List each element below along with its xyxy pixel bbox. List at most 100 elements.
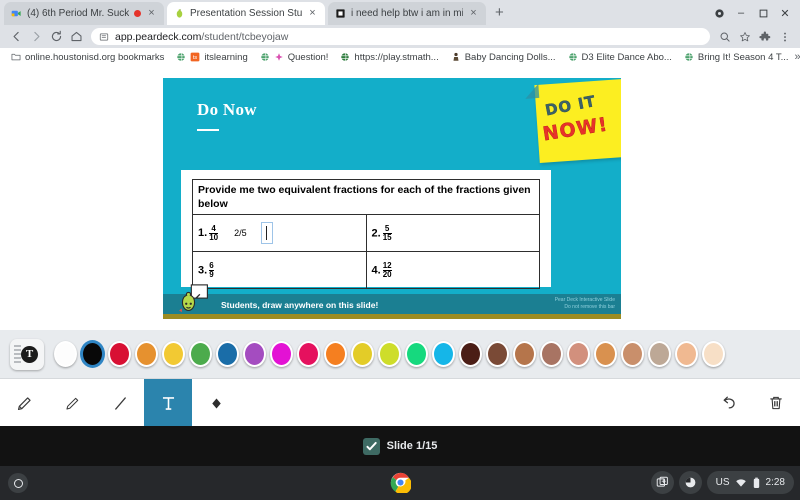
bookmarks-overflow-button[interactable]: » xyxy=(795,51,800,63)
question-cell-1[interactable]: 1. 4 10 2/5 xyxy=(192,214,367,253)
color-swatch-3[interactable] xyxy=(133,339,160,370)
color-swatch-2[interactable] xyxy=(106,339,133,370)
bookmark-item-1[interactable]: ts itslearning xyxy=(170,52,253,63)
peardeck-brand-line1: Pear Deck Interactive Slide xyxy=(554,297,615,303)
text-tool-chip[interactable]: T xyxy=(10,338,44,370)
wifi-icon xyxy=(735,478,746,487)
meet-icon xyxy=(11,10,21,17)
puzzle-icon[interactable] xyxy=(755,27,774,46)
reload-button[interactable] xyxy=(46,27,66,47)
tab-close-icon[interactable]: × xyxy=(468,8,479,19)
forward-button[interactable] xyxy=(26,27,46,47)
peardeck-call-to-action: Students, draw anywhere on this slide! xyxy=(221,300,379,310)
bookmark-item-5[interactable]: D3 Elite Dance Abo... xyxy=(562,52,678,63)
home-button[interactable] xyxy=(66,27,86,47)
check-icon xyxy=(366,441,377,450)
color-swatch-18[interactable] xyxy=(538,339,565,370)
question-cell-2[interactable]: 2. 5 15 xyxy=(365,214,540,253)
chrome-icon[interactable] xyxy=(390,472,411,493)
page-content: Do Now DO IT NOW! Provide me two equival… xyxy=(0,67,800,330)
color-swatch-17[interactable] xyxy=(511,339,538,370)
browser-tab-0[interactable]: (4) 6th Period Mr. Suckie (M × xyxy=(4,2,164,25)
color-swatch-4[interactable] xyxy=(160,339,187,370)
address-bar[interactable]: app.peardeck.com/student/tcbeyojaw xyxy=(91,28,710,45)
slide-complete-checkbox[interactable] xyxy=(362,437,380,455)
marker-thick-tool[interactable] xyxy=(0,379,48,427)
color-swatch-dot xyxy=(675,341,698,367)
sticky-note-fold xyxy=(524,83,540,99)
color-swatch-14[interactable] xyxy=(430,339,457,370)
slide-counter-label: Slide 1/15 xyxy=(386,440,438,452)
clock-label: 2:28 xyxy=(765,477,785,488)
text-tool[interactable] xyxy=(144,379,192,427)
delete-button[interactable] xyxy=(752,379,800,427)
minimize-button[interactable]: – xyxy=(730,3,752,23)
color-swatch-dot xyxy=(432,341,455,367)
color-swatch-15[interactable] xyxy=(457,339,484,370)
color-swatch-dot xyxy=(648,341,671,367)
star-icon[interactable] xyxy=(735,27,754,46)
status-area[interactable]: US 2:28 xyxy=(706,471,794,494)
color-swatch-dot xyxy=(594,341,617,367)
zoom-icon[interactable] xyxy=(715,27,734,46)
tab-close-icon[interactable]: × xyxy=(307,8,318,19)
color-swatch-12[interactable] xyxy=(376,339,403,370)
color-swatch-19[interactable] xyxy=(565,339,592,370)
color-swatch-16[interactable] xyxy=(484,339,511,370)
color-swatch-20[interactable] xyxy=(592,339,619,370)
new-tab-button[interactable]: + xyxy=(495,5,504,21)
notification-icon xyxy=(685,477,695,488)
undo-button[interactable] xyxy=(704,379,752,427)
tab-close-icon[interactable]: × xyxy=(146,8,157,19)
bookmark-item-0[interactable]: online.houstonisd.org bookmarks xyxy=(5,52,170,63)
undo-arrow-icon xyxy=(723,396,735,408)
chromeos-screen: (4) 6th Period Mr. Suckie (M × Presentat… xyxy=(0,0,800,500)
bookmark-label: online.houstonisd.org bookmarks xyxy=(25,51,165,63)
bookmark-item-2[interactable]: Question! xyxy=(254,52,335,63)
battery-icon xyxy=(753,477,759,488)
color-swatch-5[interactable] xyxy=(187,339,214,370)
color-swatch-8[interactable] xyxy=(268,339,295,370)
student-answer-text: 2/5 xyxy=(234,228,247,239)
slide-title: Do Now xyxy=(197,100,257,119)
browser-tab-1[interactable]: Presentation Session Student × xyxy=(167,2,325,25)
marker-medium-tool[interactable] xyxy=(48,379,96,427)
shape-tool[interactable] xyxy=(192,379,240,427)
color-swatch-23[interactable] xyxy=(673,339,700,370)
color-swatch-21[interactable] xyxy=(619,339,646,370)
peardeck-slide[interactable]: Do Now DO IT NOW! Provide me two equival… xyxy=(163,78,621,319)
color-swatch-22[interactable] xyxy=(646,339,673,370)
browser-tab-2[interactable]: i need help btw i am in middle sc × xyxy=(328,2,486,25)
screen-capture-button[interactable] xyxy=(650,471,674,494)
kebab-menu-icon[interactable] xyxy=(775,27,794,46)
color-swatch-10[interactable] xyxy=(322,339,349,370)
question-number: 2. xyxy=(371,227,381,240)
question-cell-4[interactable]: 4. 12 20 xyxy=(365,251,540,290)
peardeck-brand: Pear Deck Interactive Slide Do not remov… xyxy=(555,297,615,312)
color-swatch-11[interactable] xyxy=(349,339,376,370)
color-swatch-1[interactable] xyxy=(79,339,106,370)
notifications-button[interactable] xyxy=(678,471,702,494)
back-button[interactable] xyxy=(6,27,26,47)
close-window-button[interactable]: ✕ xyxy=(774,3,796,23)
text-T-icon: T xyxy=(21,345,38,363)
bookmark-item-6[interactable]: Bring It! Season 4 T... xyxy=(678,52,795,63)
color-swatch-13[interactable] xyxy=(403,339,430,370)
table-row: 1. 4 10 2/5 2. 5 15 xyxy=(192,214,540,253)
page-info-icon xyxy=(99,33,109,40)
text-input-caret[interactable] xyxy=(260,222,273,245)
profile-icon[interactable] xyxy=(708,3,730,23)
bookmark-item-4[interactable]: Baby Dancing Dolls... xyxy=(445,52,562,63)
globe-icon xyxy=(260,53,269,61)
color-swatch-24[interactable] xyxy=(700,339,727,370)
maximize-button[interactable] xyxy=(752,3,774,23)
fraction-numerator: 6 xyxy=(209,260,214,270)
bookmark-item-3[interactable]: https://play.stmath... xyxy=(334,52,444,63)
color-swatch-9[interactable] xyxy=(295,339,322,370)
line-tool[interactable] xyxy=(96,379,144,427)
color-swatch-7[interactable] xyxy=(241,339,268,370)
launcher-button[interactable] xyxy=(8,473,28,493)
color-swatch-6[interactable] xyxy=(214,339,241,370)
color-swatch-dot xyxy=(162,341,185,367)
color-swatch-0[interactable] xyxy=(52,339,79,370)
